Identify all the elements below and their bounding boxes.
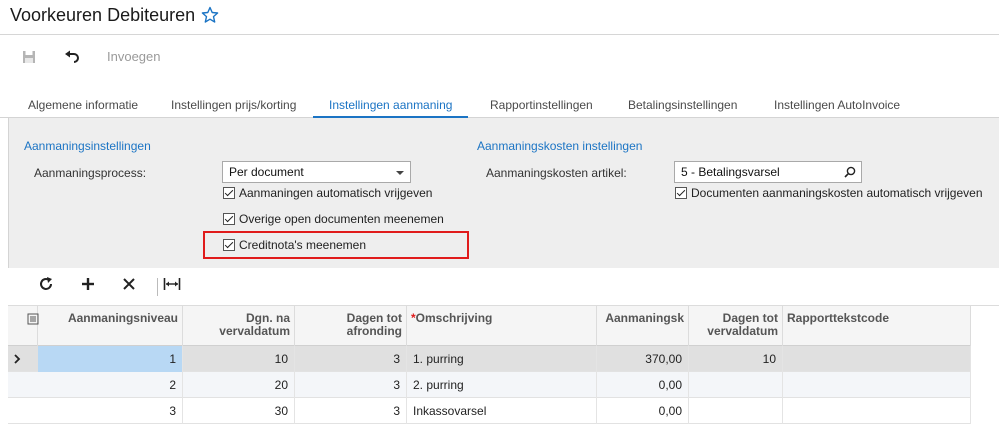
- col-header-label: Aanmaningsk: [605, 311, 684, 325]
- cell-description[interactable]: 1. purring: [407, 346, 597, 372]
- grid-header: Aanmaningsniveau Dgn. na vervaldatum Dage…: [8, 306, 971, 346]
- tab-bar: Algemene informatie Instellingen prijs/k…: [0, 88, 999, 118]
- cell-days-after[interactable]: 30: [183, 398, 295, 424]
- col-header-label: Aanmaningsniveau: [67, 311, 178, 325]
- tab-report-settings[interactable]: Rapportinstellingen: [474, 88, 609, 118]
- col-header-days-to-round[interactable]: Dagen tot afronding: [295, 306, 407, 346]
- dunning-process-label: Aanmaningsprocess:: [34, 166, 147, 180]
- insert-button[interactable]: Invoegen: [107, 49, 161, 64]
- tab-general-info[interactable]: Algemene informatie: [12, 88, 154, 118]
- highlight-annotation: [203, 231, 469, 259]
- dunning-cost-item-lookup[interactable]: 5 - Betalingsvarsel: [674, 161, 862, 183]
- dunning-cost-item-label: Aanmaningskosten artikel:: [486, 166, 627, 180]
- col-header-level[interactable]: Aanmaningsniveau: [38, 306, 183, 346]
- cell-report-code[interactable]: [783, 372, 971, 398]
- add-row-icon[interactable]: [80, 276, 96, 295]
- cell-description[interactable]: 2. purring: [407, 372, 597, 398]
- col-header-label-line2: vervaldatum: [219, 324, 290, 338]
- cell-report-code[interactable]: [783, 398, 971, 424]
- refresh-icon[interactable]: [38, 276, 54, 295]
- checkbox-checked-icon[interactable]: [223, 213, 235, 225]
- dunning-levels-grid: Aanmaningsniveau Dgn. na vervaldatum Dage…: [8, 306, 999, 427]
- auto-release-label: Aanmaningen automatisch vrijgeven: [239, 186, 433, 200]
- col-header-label-line2: afronding: [346, 324, 402, 338]
- checkbox-checked-icon[interactable]: [675, 187, 687, 199]
- toolbar-divider: [157, 278, 158, 296]
- cell-days-to-due[interactable]: [689, 372, 783, 398]
- page-title: Voorkeuren Debiteuren: [10, 5, 196, 25]
- auto-release-cost-docs-label: Documenten aanmaningskosten automatisch …: [691, 186, 983, 200]
- fit-columns-icon[interactable]: [163, 276, 181, 295]
- table-row[interactable]: 2 20 3 2. purring 0,00: [8, 372, 971, 398]
- tab-autoinvoice-settings[interactable]: Instellingen AutoInvoice: [758, 88, 916, 118]
- col-header-label: Omschrijving: [415, 311, 493, 325]
- cell-level[interactable]: 3: [38, 398, 183, 424]
- cell-days-to-due[interactable]: 10: [689, 346, 783, 372]
- dunning-costs-title: Aanmaningskosten instellingen: [477, 139, 643, 153]
- toolbar: Invoegen: [0, 36, 999, 80]
- cell-days-to-round[interactable]: 3: [295, 346, 407, 372]
- cell-dunning-cost[interactable]: 0,00: [597, 372, 689, 398]
- cell-report-code[interactable]: [783, 346, 971, 372]
- table-row[interactable]: 3 30 3 Inkassovarsel 0,00: [8, 398, 971, 424]
- include-open-docs-label: Overige open documenten meenemen: [239, 212, 444, 226]
- dunning-process-select[interactable]: Per document: [222, 161, 411, 183]
- title-bar: Voorkeuren Debiteuren: [0, 0, 999, 35]
- dunning-process-value: Per document: [229, 165, 304, 179]
- auto-release-cost-docs-checkbox[interactable]: Documenten aanmaningskosten automatisch …: [675, 186, 983, 200]
- cell-days-to-round[interactable]: 3: [295, 398, 407, 424]
- include-open-docs-checkbox[interactable]: Overige open documenten meenemen: [223, 212, 444, 226]
- cell-dunning-cost[interactable]: 0,00: [597, 398, 689, 424]
- col-header-report-code[interactable]: Rapporttekstcode: [783, 306, 971, 346]
- cell-days-to-round[interactable]: 3: [295, 372, 407, 398]
- column-settings-cell: [8, 306, 39, 346]
- undo-icon[interactable]: [64, 46, 80, 68]
- table-row[interactable]: 1 10 3 1. purring 370,00 10: [8, 346, 971, 372]
- col-header-days-after[interactable]: Dgn. na vervaldatum: [183, 306, 295, 346]
- cell-days-to-due[interactable]: [689, 398, 783, 424]
- cell-days-after[interactable]: 10: [183, 346, 295, 372]
- tab-payment-settings[interactable]: Betalingsinstellingen: [612, 88, 753, 118]
- cell-days-after[interactable]: 20: [183, 372, 295, 398]
- col-header-days-to-due[interactable]: Dagen tot vervaldatum: [689, 306, 783, 346]
- row-selector-arrow-icon[interactable]: [8, 346, 38, 372]
- cell-level[interactable]: 1: [38, 346, 183, 372]
- col-header-description[interactable]: *Omschrijving: [407, 306, 597, 346]
- checkbox-checked-icon[interactable]: [223, 187, 235, 199]
- tab-price-discount[interactable]: Instellingen prijs/korting: [155, 88, 312, 118]
- col-header-label: Rapporttekstcode: [787, 311, 890, 325]
- chevron-down-icon: [396, 171, 404, 175]
- col-header-dunning-cost[interactable]: Aanmaningsk: [597, 306, 689, 346]
- cell-level[interactable]: 2: [38, 372, 183, 398]
- tab-dunning-settings[interactable]: Instellingen aanmaning: [313, 88, 469, 118]
- search-icon[interactable]: [844, 166, 856, 181]
- cell-description[interactable]: Inkassovarsel: [407, 398, 597, 424]
- save-icon[interactable]: [22, 46, 36, 68]
- dunning-cost-item-value: 5 - Betalingsvarsel: [681, 165, 780, 179]
- dunning-settings-title: Aanmaningsinstellingen: [24, 139, 151, 153]
- auto-release-checkbox[interactable]: Aanmaningen automatisch vrijgeven: [223, 186, 432, 200]
- cell-dunning-cost[interactable]: 370,00: [597, 346, 689, 372]
- star-favorite-icon[interactable]: [201, 6, 219, 24]
- col-header-label-line2: vervaldatum: [707, 324, 778, 338]
- delete-row-icon[interactable]: [121, 276, 137, 295]
- grid-toolbar: [8, 268, 999, 306]
